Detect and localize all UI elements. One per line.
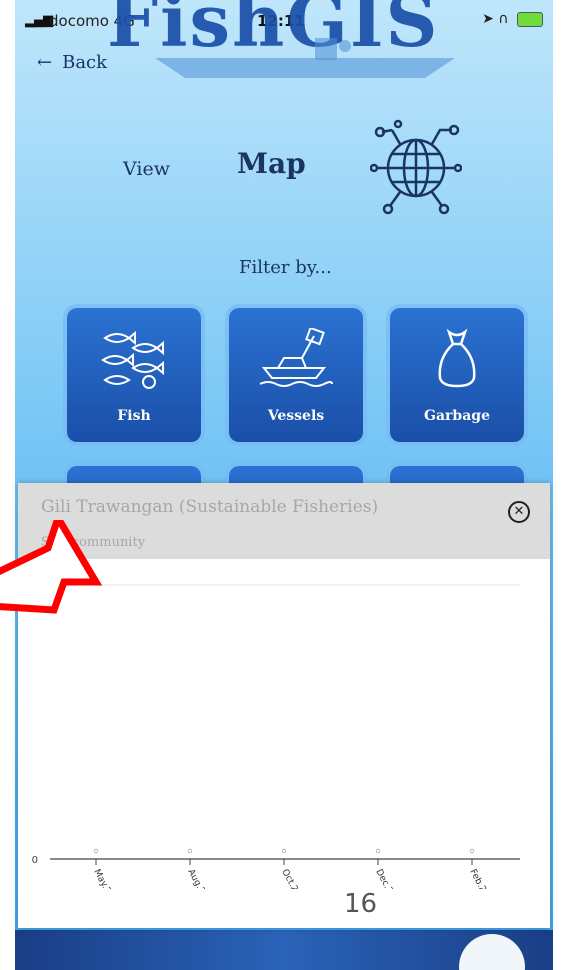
chart-x-tick-label: Dec.2022: [373, 868, 402, 889]
vessel-icon: [229, 326, 363, 394]
chart-x-tick-label: May.2022: [91, 868, 120, 889]
chart-point: [375, 848, 381, 854]
headphones-icon: ∩: [498, 11, 509, 27]
filter-vessels-label: Vessels: [267, 408, 325, 424]
back-label: Back: [62, 52, 108, 73]
garbage-bag-icon: [390, 328, 524, 394]
chart-point: [469, 848, 475, 854]
map-mode-label: Map: [237, 147, 306, 180]
filter-fish-label: Fish: [117, 408, 151, 424]
globe-network-icon[interactable]: [370, 118, 462, 218]
chart-x-tick-label: Oct.2022: [279, 868, 307, 889]
close-icon[interactable]: ✕: [508, 501, 530, 523]
back-button[interactable]: ← Back: [37, 52, 117, 73]
filter-by-label: Filter by...: [239, 257, 332, 278]
back-arrow-icon: ←: [37, 52, 53, 73]
chart-point: [93, 848, 99, 854]
chart-point: [187, 848, 193, 854]
red-arrow-annotation: [0, 520, 103, 614]
filter-garbage-button[interactable]: Garbage: [390, 308, 524, 442]
filter-vessels-button[interactable]: Vessels: [229, 308, 363, 442]
chart-x-tick-label: Aug.2022: [185, 868, 214, 889]
popup-title: Gili Trawangan (Sustainable Fisheries): [41, 497, 379, 517]
filter-garbage-label: Garbage: [424, 408, 490, 424]
location-icon: ➤: [482, 11, 494, 27]
filter-fish-button[interactable]: Fish: [67, 308, 201, 442]
battery-icon: [517, 11, 543, 27]
chart-point: [281, 848, 287, 854]
status-icons: ➤ ∩: [482, 11, 543, 27]
chart-y-tick-label: 0: [32, 855, 38, 866]
bottom-map-strip: [15, 930, 553, 970]
chart-x-tick-label: Feb.2023: [467, 868, 495, 889]
floating-action-button[interactable]: [459, 934, 525, 970]
boat-illustration: [155, 38, 455, 78]
fish-icon: [67, 328, 201, 394]
signal-icon: ▂▄▆: [25, 13, 53, 28]
page-number: 16: [344, 889, 378, 919]
view-label: View: [123, 158, 170, 180]
